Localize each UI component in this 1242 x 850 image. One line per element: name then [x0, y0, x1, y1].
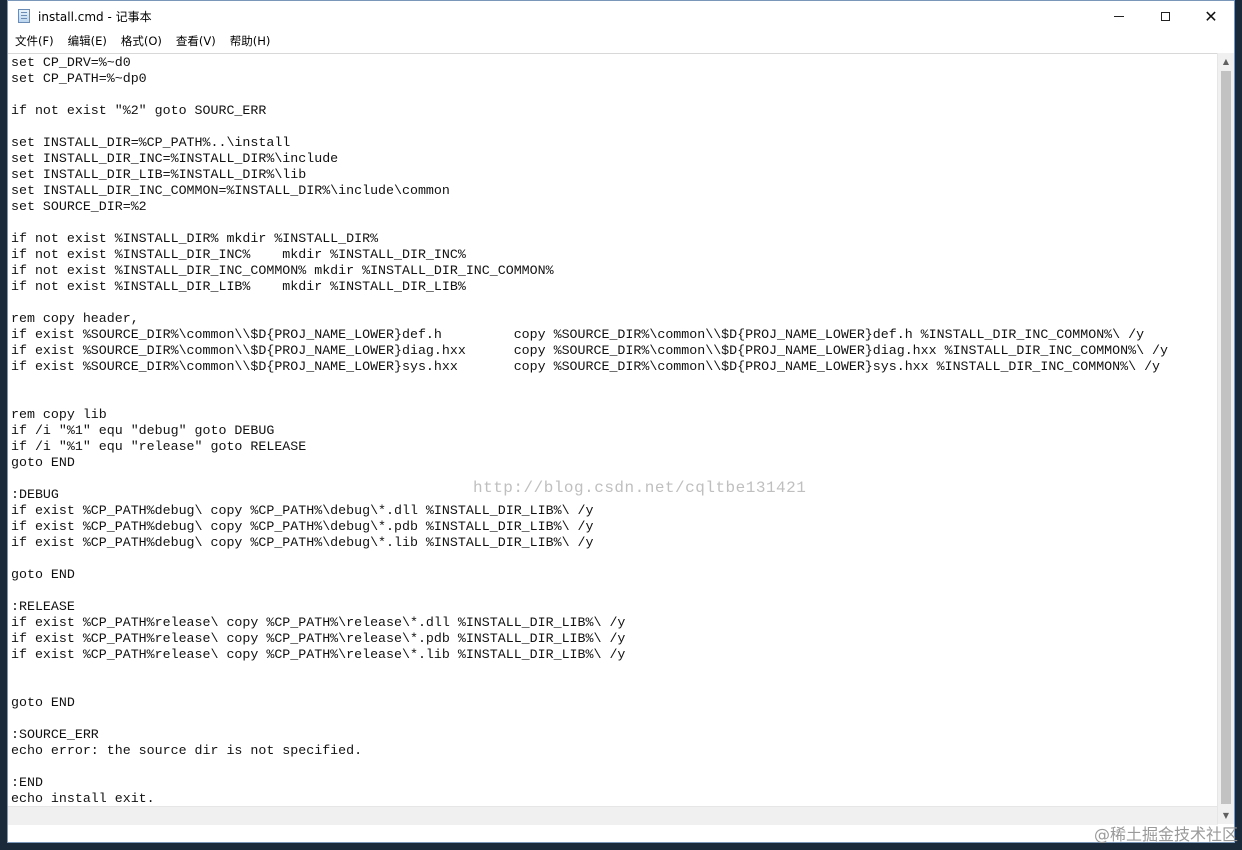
file-content[interactable]: set CP_DRV=%~d0 set CP_PATH=%~dp0 if not…: [11, 55, 1168, 807]
menu-edit[interactable]: 编辑(E): [61, 31, 114, 51]
title-bar[interactable]: install.cmd - 记事本 ✕: [8, 1, 1234, 31]
notepad-window: install.cmd - 记事本 ✕ 文件(F) 编辑(E) 格式(O) 查看…: [7, 0, 1235, 843]
minimize-icon: [1114, 15, 1124, 17]
minimize-button[interactable]: [1096, 1, 1142, 31]
corner-watermark: @稀土掘金技术社区: [1093, 825, 1238, 844]
menu-view[interactable]: 查看(V): [169, 31, 223, 51]
menu-bar: 文件(F) 编辑(E) 格式(O) 查看(V) 帮助(H): [8, 31, 1234, 51]
menu-file[interactable]: 文件(F): [8, 31, 61, 51]
scroll-thumb[interactable]: [1221, 71, 1231, 804]
maximize-icon: [1160, 11, 1170, 21]
menu-format[interactable]: 格式(O): [114, 31, 169, 51]
text-editor-area[interactable]: set CP_DRV=%~d0 set CP_PATH=%~dp0 if not…: [8, 53, 1218, 825]
horizontal-scrollbar[interactable]: [8, 806, 1218, 825]
maximize-button[interactable]: [1142, 1, 1188, 31]
menu-help[interactable]: 帮助(H): [223, 31, 278, 51]
url-watermark: http://blog.csdn.net/cqltbe131421: [473, 479, 807, 497]
close-button[interactable]: ✕: [1188, 1, 1234, 31]
window-title: install.cmd - 记事本: [38, 10, 152, 24]
vertical-scrollbar[interactable]: ▲ ▼: [1217, 53, 1234, 824]
scroll-up-arrow-icon[interactable]: ▲: [1218, 53, 1234, 70]
notepad-app-icon: [18, 9, 30, 23]
close-icon: ✕: [1204, 6, 1218, 26]
